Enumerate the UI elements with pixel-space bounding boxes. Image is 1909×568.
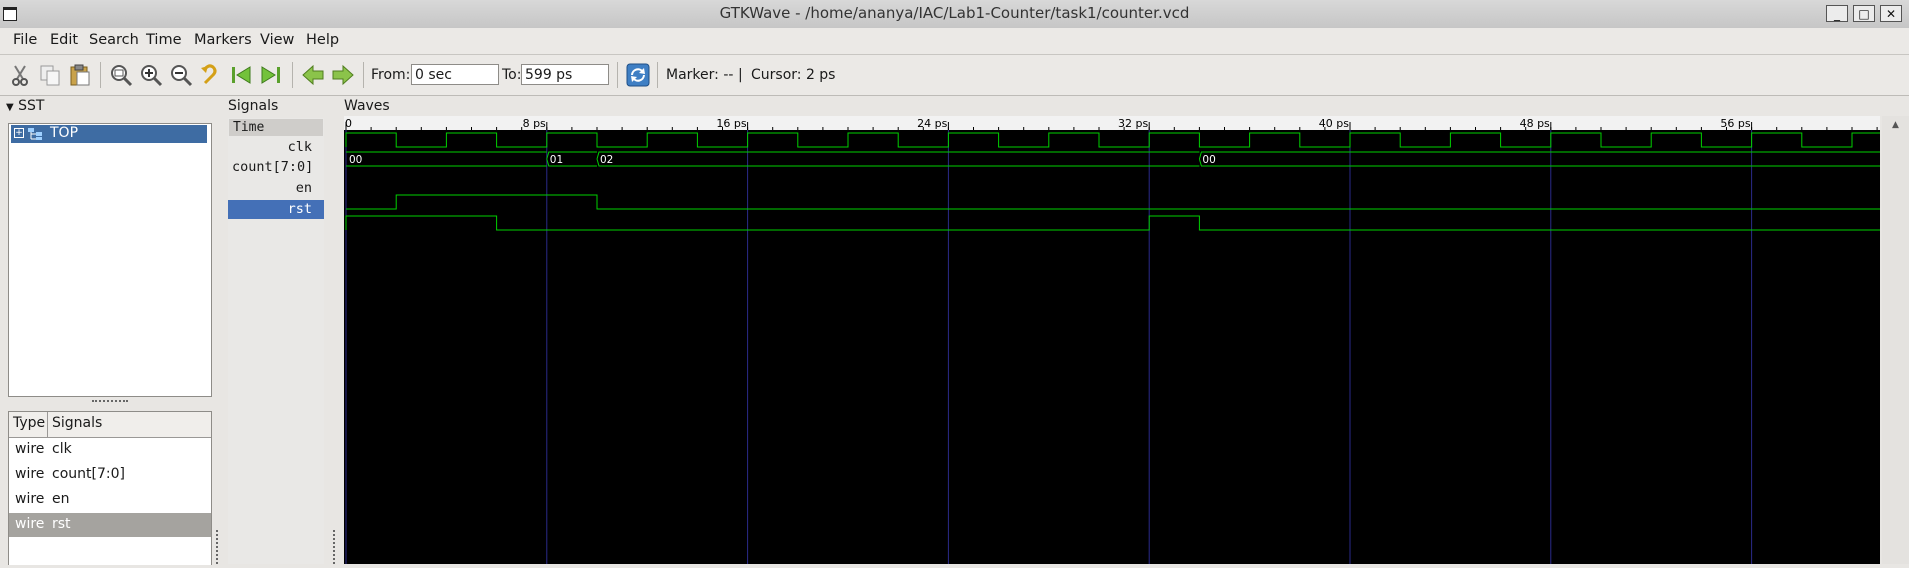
expand-icon[interactable]: + xyxy=(14,128,24,138)
signal-name: rst xyxy=(52,516,71,532)
count-value-label: 00 xyxy=(1202,154,1215,166)
sst-title: SST xyxy=(18,98,45,114)
menu-search[interactable]: Search xyxy=(89,32,139,48)
zoom-start-icon[interactable] xyxy=(229,63,253,87)
signal-row-clk[interactable]: clk xyxy=(228,138,324,157)
zoom-end-icon[interactable] xyxy=(259,63,283,87)
count-bus-segment xyxy=(596,151,1200,167)
toolbar: From: 0 sec To: 599 ps Marker: -- | Curs… xyxy=(0,55,1909,96)
signal-name: count[7:0] xyxy=(52,466,125,482)
menu-edit[interactable]: Edit xyxy=(50,32,78,48)
from-input[interactable]: 0 sec xyxy=(411,64,499,85)
signal-name: en xyxy=(52,491,70,507)
signal-row-rst[interactable]: rst xyxy=(228,200,324,219)
toolbar-separator xyxy=(292,62,293,88)
en-trace xyxy=(346,194,1890,210)
signal-row-en[interactable]: en xyxy=(228,179,324,198)
signal-list-header: Type Signals xyxy=(9,412,211,438)
from-label: From: xyxy=(371,67,411,83)
tree-node-label: TOP xyxy=(50,125,79,141)
ruler-label: 32 ps xyxy=(1118,117,1148,130)
window-title: GTKWave - /home/ananya/IAC/Lab1-Counter/… xyxy=(719,4,1190,22)
signal-type: wire xyxy=(15,466,45,482)
waveform-svg[interactable]: 08 ps 16 ps 24 ps 32 ps 40 ps 48 ps 56 ps00 01 0… xyxy=(344,116,1891,564)
menu-help[interactable]: Help xyxy=(306,32,339,48)
title-bar: GTKWave - /home/ananya/IAC/Lab1-Counter/… xyxy=(0,0,1909,29)
list-item[interactable]: wire en xyxy=(9,488,211,512)
count-bus-segment xyxy=(346,151,547,167)
readout-separator: | xyxy=(738,67,743,83)
pane-resize-handle[interactable] xyxy=(216,530,221,564)
column-header-signals[interactable]: Signals xyxy=(52,415,102,431)
sst-header[interactable]: ▼ SST xyxy=(6,98,44,114)
toolbar-separator xyxy=(657,62,658,88)
count-value-label: 01 xyxy=(550,154,563,166)
zoom-out-icon[interactable] xyxy=(169,63,193,87)
time-ruler xyxy=(344,116,1880,130)
toolbar-separator xyxy=(100,62,101,88)
pane-resize-handle[interactable] xyxy=(333,530,338,564)
ruler-label: 16 ps xyxy=(716,117,746,130)
back-icon[interactable] xyxy=(301,63,325,87)
cut-icon[interactable] xyxy=(8,63,32,87)
waves-title: Waves xyxy=(344,98,390,114)
waveform-canvas[interactable]: 08 ps 16 ps 24 ps 32 ps 40 ps 48 ps 56 ps 00 01 0… xyxy=(344,116,1891,564)
list-item[interactable]: wire clk xyxy=(9,438,211,462)
ruler-label: 40 ps xyxy=(1319,117,1349,130)
clk-trace xyxy=(345,132,1891,148)
copy-icon[interactable] xyxy=(38,63,62,87)
scroll-up-icon[interactable]: ▲ xyxy=(1892,120,1899,130)
column-header-type[interactable]: Type xyxy=(13,415,45,431)
marker-readout: Marker: -- xyxy=(666,67,734,83)
rst-trace xyxy=(345,215,1890,231)
paste-icon[interactable] xyxy=(68,63,92,87)
count-value-label: 02 xyxy=(600,154,613,166)
menu-view[interactable]: View xyxy=(260,32,294,48)
waves-vertical-scrollbar[interactable]: ▲ xyxy=(1882,116,1909,564)
ruler-label: 8 ps xyxy=(523,117,546,130)
cursor-readout: Cursor: 2 ps xyxy=(751,67,836,83)
collapse-triangle-icon[interactable]: ▼ xyxy=(6,102,14,113)
tree-node-top[interactable]: + TOP xyxy=(11,125,207,143)
module-icon xyxy=(28,128,42,140)
undo-zoom-icon[interactable] xyxy=(199,63,223,87)
signal-row-count[interactable]: count[7:0] xyxy=(228,158,324,177)
to-input[interactable]: 599 ps xyxy=(521,64,609,85)
maximize-button[interactable]: □ xyxy=(1853,5,1875,22)
close-button[interactable]: ✕ xyxy=(1880,5,1902,22)
signal-type: wire xyxy=(15,441,45,457)
signals-title: Signals xyxy=(228,98,279,114)
column-divider xyxy=(47,412,48,437)
signal-type: wire xyxy=(15,491,45,507)
signal-type: wire xyxy=(15,516,45,532)
pane-resize-handle[interactable] xyxy=(92,400,128,406)
list-item-selected[interactable]: wire rst xyxy=(9,513,211,537)
count-bus-segment xyxy=(1198,151,1890,167)
hierarchy-tree: + TOP xyxy=(8,123,212,397)
forward-icon[interactable] xyxy=(331,63,355,87)
ruler-label: 56 ps xyxy=(1720,117,1750,130)
to-label: To: xyxy=(502,67,522,83)
signal-name: clk xyxy=(52,441,72,457)
toolbar-separator xyxy=(363,62,364,88)
signals-pane: Time clk count[7:0] en rst xyxy=(228,118,324,564)
count-value-label: 00 xyxy=(349,154,362,166)
signal-type-list: Type Signals wire clk wire count[7:0] wi… xyxy=(8,411,212,565)
ruler-label: 24 ps xyxy=(917,117,947,130)
menu-time[interactable]: Time xyxy=(146,32,182,48)
list-item[interactable]: wire count[7:0] xyxy=(9,463,211,487)
menu-file[interactable]: File xyxy=(13,32,37,48)
zoom-in-icon[interactable] xyxy=(139,63,163,87)
ruler-label: 48 ps xyxy=(1520,117,1550,130)
toolbar-separator xyxy=(617,62,618,88)
reload-icon[interactable] xyxy=(626,63,650,87)
time-header: Time xyxy=(229,119,323,136)
zoom-fit-icon[interactable] xyxy=(109,63,133,87)
menu-bar: File Edit Search Time Markers View Help xyxy=(0,28,1909,55)
menu-markers[interactable]: Markers xyxy=(194,32,252,48)
minimize-button[interactable]: _ xyxy=(1826,5,1848,22)
